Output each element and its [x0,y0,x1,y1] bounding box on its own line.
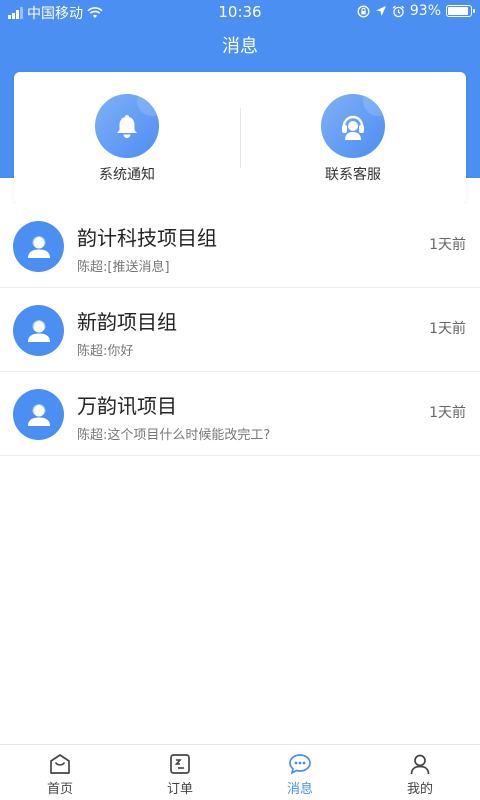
conversation-item[interactable]: 新韵项目组 陈超:你好 1天前 [0,288,480,372]
page-title: 消息 [222,36,258,57]
rotation-lock-icon [357,5,370,17]
system-notice-button[interactable]: 系统通知 [14,94,240,184]
conversation-preview: 陈超:你好 [77,344,134,359]
conversation-time: 1天前 [429,237,466,253]
conversation-item[interactable]: 韵计科技项目组 陈超:[推送消息] 1天前 [0,204,480,288]
order-icon [170,754,190,774]
status-right: 93% [357,3,475,19]
tab-home[interactable]: 首页 [0,745,120,800]
shortcut-label: 系统通知 [99,167,155,183]
shortcut-card: 系统通知 联系客服 [14,72,466,204]
headset-icon [321,94,385,158]
messages-screen: 中国移动 10:36 93% 消息 系统通知 联系客服 韵计科技项目组 陈超:[… [0,0,480,800]
conversation-preview: 陈超:[推送消息] [77,260,170,275]
battery-icon [446,5,475,17]
bell-icon [95,94,159,158]
status-bar: 中国移动 10:36 93% [0,0,480,24]
conversation-time: 1天前 [429,405,466,421]
contact-support-button[interactable]: 联系客服 [240,94,466,184]
profile-icon [410,754,430,775]
user-icon [13,389,64,440]
conversation-list: 韵计科技项目组 陈超:[推送消息] 1天前 新韵项目组 陈超:你好 1天前 万韵… [0,204,480,456]
conversation-title: 新韵项目组 [77,310,177,334]
tab-label: 消息 [286,782,313,797]
conversation-preview: 陈超:这个项目什么时候能改完工? [77,428,271,443]
alarm-icon [392,5,405,17]
tab-profile[interactable]: 我的 [360,745,480,800]
battery-level [448,7,468,15]
location-icon [375,6,386,16]
tab-label: 首页 [46,782,73,797]
tab-messages[interactable]: 消息 [240,745,360,800]
battery-percent: 93% [409,3,441,19]
conversation-item[interactable]: 万韵讯项目 陈超:这个项目什么时候能改完工? 1天前 [0,372,480,456]
conversation-title: 韵计科技项目组 [77,226,217,250]
conversation-title: 万韵讯项目 [77,394,177,418]
bottom-tab-bar: 首页 订单 消息 我的 [0,744,480,800]
user-icon [13,305,64,356]
tab-orders[interactable]: 订单 [120,745,240,800]
chat-icon [289,754,311,775]
shortcut-label: 联系客服 [325,167,381,183]
user-icon [13,221,64,272]
tab-label: 订单 [166,782,193,797]
tab-label: 我的 [406,782,433,797]
home-icon [50,754,70,774]
conversation-time: 1天前 [429,321,466,337]
